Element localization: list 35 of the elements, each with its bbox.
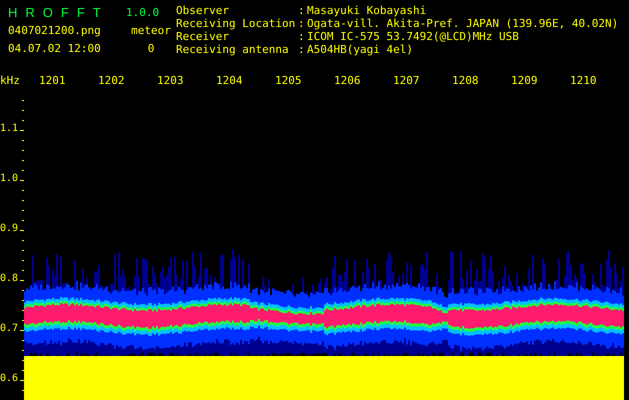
frequency-label: 0.9 xyxy=(0,223,18,234)
meteor-label: meteor xyxy=(130,24,172,36)
info-label: Observer xyxy=(176,4,230,17)
info-label: Receiver xyxy=(176,30,230,43)
time-label: 1208 xyxy=(452,74,480,87)
info-label: Receiving Location xyxy=(176,17,296,30)
frequency-label: 0.8 xyxy=(0,273,18,284)
frequency-label: 0.7 xyxy=(0,323,18,334)
frequency-label: 0.6 xyxy=(0,373,18,384)
meteor-count: 0 xyxy=(146,42,156,54)
info-value: Masayuki Kobayashi xyxy=(307,4,428,17)
time-label: 1202 xyxy=(98,74,126,87)
time-label: 1201 xyxy=(39,74,66,87)
time-label: 1207 xyxy=(393,74,420,87)
time-label: 1204 xyxy=(216,74,244,87)
axis-unit: kHz xyxy=(0,74,21,87)
time-label: 1205 xyxy=(275,74,302,87)
frequency-label: 1.0 xyxy=(0,173,18,184)
info-value: Ogata-vill. Akita-Pref. JAPAN (139.96E, 40.02N) xyxy=(307,17,618,30)
info-separator: : xyxy=(298,4,306,17)
info-separator: : xyxy=(298,17,306,30)
info-value: A504HB(yagi 4el) xyxy=(307,43,414,56)
time-label: 1203 xyxy=(157,74,184,87)
time-label: 1206 xyxy=(334,74,362,87)
date-time: 04.07.02 12:00 xyxy=(8,42,102,54)
app-version: 1.0.0 xyxy=(126,6,160,18)
info-value: ICOM IC-575 53.7492(@LCD)MHz USB xyxy=(307,30,520,43)
info-separator: : xyxy=(298,43,306,56)
info-label: Receiving antenna xyxy=(176,43,290,56)
time-label: 1209 xyxy=(511,74,538,87)
time-label: 1210 xyxy=(570,74,598,87)
frequency-label: 1.1 xyxy=(0,123,18,134)
info-separator: : xyxy=(298,30,306,43)
app-title: HROFFT xyxy=(8,4,110,20)
file-name: 0407021200.png xyxy=(8,24,102,36)
